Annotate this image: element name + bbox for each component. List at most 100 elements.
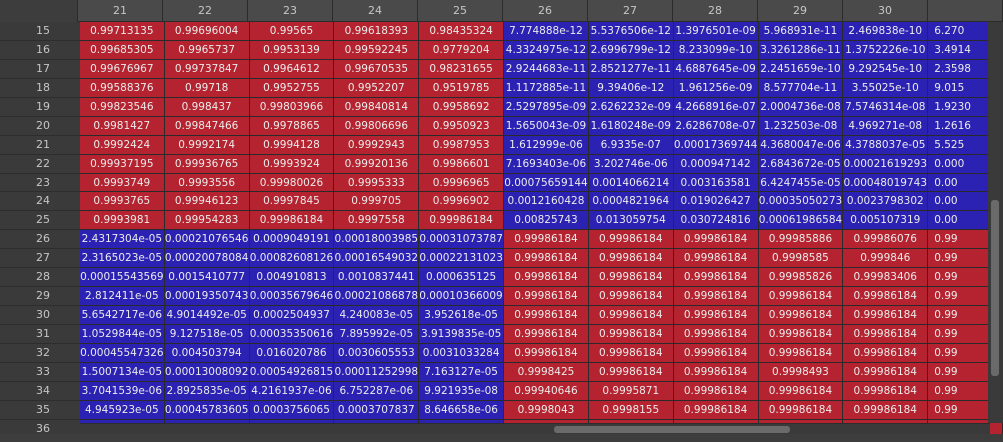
table-cell[interactable]: 0.99986184 [504, 306, 589, 325]
table-cell[interactable]: 0.00035050273 [758, 192, 844, 212]
table-cell[interactable]: 6.9335e-07 [588, 135, 674, 155]
table-cell[interactable]: 0.99840814 [334, 97, 420, 117]
table-cell[interactable]: 0.9987953 [419, 135, 505, 155]
table-cell[interactable]: 2.8521277e-11 [588, 59, 674, 79]
table-cell[interactable]: 2.4317304e-05 [79, 230, 165, 250]
table-cell[interactable]: 0.00045783605 [164, 400, 250, 420]
table-cell[interactable]: 0.98435324 [419, 22, 505, 41]
table-cell[interactable]: 4.2668916e-07 [673, 97, 759, 117]
table-cell[interactable]: 0.99985886 [758, 230, 844, 250]
table-cell[interactable]: 0.00022131023 [419, 249, 505, 269]
table-cell[interactable]: 2.469838e-10 [843, 22, 929, 41]
table-cell[interactable]: 0.000947142 [673, 154, 759, 174]
table-cell[interactable]: 0.9978865 [249, 116, 335, 136]
table-cell[interactable]: 7.5746314e-08 [843, 97, 929, 117]
table-cell[interactable]: 0.99946123 [164, 192, 250, 212]
table-cell[interactable]: 1.232503e-08 [758, 116, 844, 136]
table-cell[interactable]: 1.0529844e-05 [79, 325, 165, 344]
table-cell[interactable]: 0.99806696 [334, 116, 420, 136]
vertical-scrollbar[interactable] [988, 22, 1003, 423]
table-cell[interactable]: 0.9952755 [249, 78, 335, 98]
table-cell[interactable]: 1.961256e-09 [673, 78, 759, 98]
table-cell[interactable]: 0.004503794 [164, 343, 250, 363]
table-cell[interactable]: 1.612999e-06 [504, 135, 589, 155]
table-cell[interactable]: 0.030724816 [673, 211, 759, 231]
table-cell[interactable]: 0.00035350616 [249, 325, 335, 344]
table-cell[interactable]: 0.0002504937 [249, 306, 335, 325]
table-cell[interactable]: 0.99986184 [504, 249, 589, 269]
table-cell[interactable]: 0.9996902 [419, 192, 505, 212]
table-cell[interactable]: 0.0004821964 [588, 192, 674, 212]
column-header[interactable]: 30 [843, 0, 928, 22]
table-cell[interactable]: 8.233099e-10 [673, 40, 759, 60]
table-cell[interactable]: 0.00013008092 [164, 362, 250, 382]
table-cell[interactable]: 0.9965737 [164, 40, 250, 60]
row-header[interactable]: 32 [0, 343, 80, 363]
table-cell[interactable]: 0.0009049191 [249, 230, 335, 250]
table-cell[interactable]: 0.00020078084 [164, 249, 250, 269]
row-header[interactable]: 23 [0, 173, 80, 193]
table-cell[interactable]: 0.9950923 [419, 116, 505, 136]
table-cell[interactable]: 0.99986184 [588, 287, 674, 307]
table-cell[interactable]: 0.0003756065 [249, 400, 335, 420]
table-cell[interactable]: 2.6996799e-12 [588, 40, 674, 60]
table-cell[interactable]: 0.99986184 [843, 325, 929, 344]
table-cell[interactable]: 0.99986184 [758, 325, 844, 344]
column-header[interactable]: 23 [248, 0, 333, 22]
table-cell[interactable]: 0.99986184 [504, 287, 589, 307]
vertical-scroll-thumb[interactable] [991, 200, 999, 376]
table-cell[interactable]: 0.99985826 [758, 268, 844, 288]
row-header[interactable]: 19 [0, 97, 80, 117]
table-cell[interactable]: 0.9998425 [504, 362, 589, 382]
table-cell[interactable]: 0.99986184 [673, 306, 759, 325]
table-cell[interactable]: 0.016020786 [249, 343, 335, 363]
table-cell[interactable]: 0.9952207 [334, 78, 420, 98]
table-cell[interactable]: 0.00015543569 [79, 268, 165, 288]
table-cell[interactable]: 0.99986184 [843, 306, 929, 325]
table-cell[interactable]: 7.163127e-05 [419, 362, 505, 382]
table-cell[interactable]: 0.99986184 [588, 249, 674, 269]
table-cell[interactable]: 0.003163581 [673, 173, 759, 193]
table-cell[interactable]: 0.9998155 [588, 400, 674, 420]
row-header[interactable]: 28 [0, 268, 80, 288]
table-cell[interactable]: 0.00061986584 [758, 211, 844, 231]
table-cell[interactable]: 4.3680047e-06 [758, 135, 844, 155]
table-cell[interactable]: 0.000103660095 [419, 287, 505, 307]
table-cell[interactable]: 2.3165023e-05 [79, 249, 165, 269]
table-cell[interactable]: 2.5297895e-09 [504, 97, 589, 117]
row-header[interactable]: 20 [0, 116, 80, 136]
column-header[interactable]: 26 [503, 0, 588, 22]
table-cell[interactable]: 4.945923e-05 [79, 400, 165, 420]
table-cell[interactable]: 0.00019350743 [164, 287, 250, 307]
table-cell[interactable]: 1.3976501e-09 [673, 22, 759, 41]
table-cell[interactable]: 0.0010837441 [334, 268, 420, 288]
table-cell[interactable]: 2.6286708e-07 [673, 116, 759, 136]
table-cell[interactable]: 0.9997558 [334, 211, 420, 231]
table-cell[interactable]: 0.99936765 [164, 154, 250, 174]
row-header[interactable]: 29 [0, 287, 80, 307]
table-cell[interactable]: 0.99986184 [588, 362, 674, 382]
table-cell[interactable]: 0.00082608126 [249, 249, 335, 269]
table-cell[interactable]: 0.004910813 [249, 268, 335, 288]
table-cell[interactable]: 0.99737847 [164, 59, 250, 79]
table-cell[interactable]: 0.005107319 [843, 211, 929, 231]
table-cell[interactable]: 0.013059754 [588, 211, 674, 231]
table-cell[interactable]: 7.774888e-12 [504, 22, 589, 41]
table-cell[interactable]: 0.99986184 [673, 381, 759, 401]
row-header[interactable]: 31 [0, 325, 80, 344]
column-header[interactable]: 29 [758, 0, 843, 22]
table-cell[interactable]: 2.9244683e-11 [504, 59, 589, 79]
table-cell[interactable]: 3.3261286e-11 [758, 40, 844, 60]
table-cell[interactable]: 0.9993924 [249, 154, 335, 174]
table-cell[interactable]: 9.921935e-08 [419, 381, 505, 401]
column-header[interactable]: 21 [78, 0, 163, 22]
table-cell[interactable]: 0.99823546 [79, 97, 165, 117]
table-cell[interactable]: 0.0031033284 [419, 343, 505, 363]
table-cell[interactable]: 9.292545e-10 [843, 59, 929, 79]
table-cell[interactable]: 0.99986184 [249, 211, 335, 231]
table-cell[interactable]: 0.98231655 [419, 59, 505, 79]
table-cell[interactable]: 0.99986184 [673, 362, 759, 382]
table-cell[interactable]: 0.99986184 [843, 381, 929, 401]
table-cell[interactable]: 0.9998585 [758, 249, 844, 269]
table-cell[interactable]: 7.895992e-05 [334, 325, 420, 344]
